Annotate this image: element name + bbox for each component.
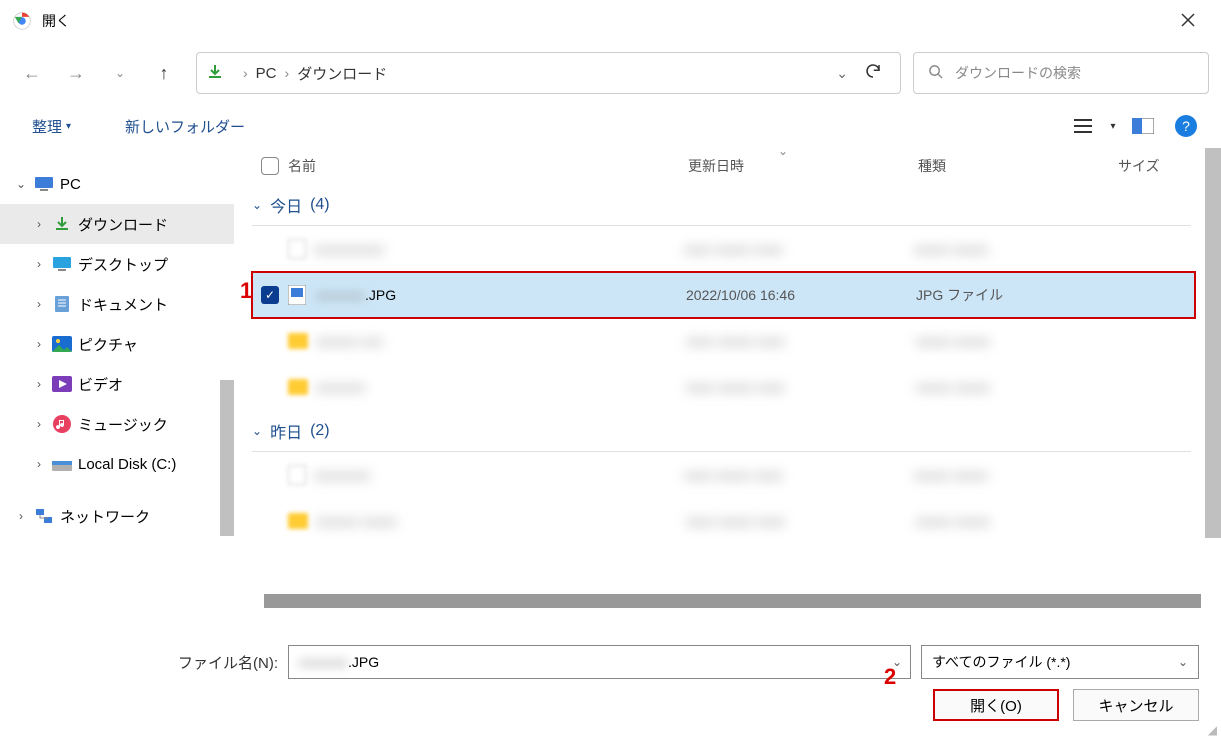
- address-dropdown[interactable]: ⌄: [828, 65, 856, 82]
- documents-icon: [52, 294, 72, 314]
- filename-input[interactable]: xxxxxxx.JPG ⌄: [288, 645, 911, 679]
- tree-videos[interactable]: › ビデオ: [0, 364, 234, 404]
- image-file-icon: [288, 285, 308, 305]
- pc-icon: [34, 174, 54, 194]
- file-icon: [288, 239, 306, 259]
- select-all-checkbox[interactable]: [252, 157, 288, 175]
- up-button[interactable]: ↑: [144, 53, 184, 93]
- open-button[interactable]: 開く(O): [933, 689, 1059, 721]
- resize-grip-icon[interactable]: ◢: [1208, 723, 1217, 737]
- file-row-selected[interactable]: ✓ xxxxxxx.JPG 2022/10/06 16:46 JPG ファイル: [252, 272, 1195, 318]
- file-list: 名前 更新日時⌄ 種類 サイズ ⌄ 今日 (4) xxxxxxxxxx xxxx…: [234, 148, 1221, 608]
- vertical-scrollbar[interactable]: [1205, 148, 1221, 538]
- filename-label: ファイル名(N):: [178, 652, 278, 673]
- annotation-2: 2: [884, 664, 896, 690]
- folder-icon: [288, 379, 308, 395]
- file-row[interactable]: xxxxxxx xxxx xxxxx xxxx xxxxx xxxxx: [252, 364, 1221, 410]
- chrome-icon: [12, 11, 32, 31]
- file-row[interactable]: xxxxxxxxxx xxxx xxxxx xxxx xxxxx xxxxx: [252, 226, 1221, 272]
- toolbar: 整理▾ 新しいフォルダー ▾ ?: [0, 104, 1221, 148]
- view-mode-button[interactable]: [1065, 112, 1101, 140]
- column-type[interactable]: 種類: [918, 156, 1118, 176]
- horizontal-scrollbar[interactable]: [264, 594, 1201, 608]
- tree-network[interactable]: › ネットワーク: [0, 496, 234, 536]
- filetype-select[interactable]: すべてのファイル (*.*) ⌄: [921, 645, 1199, 679]
- refresh-button[interactable]: [856, 62, 890, 85]
- download-icon: [52, 214, 72, 234]
- download-icon: [207, 64, 223, 83]
- column-name[interactable]: 名前: [288, 156, 688, 176]
- folder-tree: ⌄ PC › ダウンロード › デスクトップ › ドキュメント › ピクチャ ›…: [0, 148, 234, 608]
- footer: ファイル名(N): xxxxxxx.JPG ⌄ すべてのファイル (*.*) ⌄…: [0, 631, 1221, 741]
- tree-localdisk[interactable]: › Local Disk (C:): [0, 444, 234, 484]
- tree-documents[interactable]: › ドキュメント: [0, 284, 234, 324]
- back-button[interactable]: ←: [12, 53, 52, 93]
- file-row[interactable]: xxxxxx xxxxx xxxx xxxxx xxxx xxxxx xxxxx: [252, 498, 1221, 544]
- breadcrumb-pc[interactable]: PC: [256, 65, 277, 82]
- preview-pane-button[interactable]: [1125, 112, 1161, 140]
- pictures-icon: [52, 334, 72, 354]
- file-row[interactable]: xxxxxxxx xxxx xxxxx xxxx xxxxx xxxxx: [252, 452, 1221, 498]
- search-icon: [928, 64, 943, 83]
- chevron-down-icon: ⌄: [252, 198, 262, 212]
- chevron-down-icon: ⌄: [1178, 655, 1188, 669]
- desktop-icon: [52, 254, 72, 274]
- chevron-right-icon: ›: [32, 457, 46, 471]
- forward-button[interactable]: →: [56, 53, 96, 93]
- close-button[interactable]: [1167, 3, 1209, 40]
- chevron-down-icon: ⌄: [14, 177, 28, 191]
- column-date[interactable]: 更新日時⌄: [688, 156, 918, 176]
- group-today[interactable]: ⌄ 今日 (4): [252, 184, 1191, 226]
- breadcrumb-downloads[interactable]: ダウンロード: [297, 63, 387, 84]
- chevron-right-icon: ›: [32, 337, 46, 351]
- tree-scrollbar[interactable]: [220, 380, 234, 536]
- folder-icon: [288, 513, 308, 529]
- title-bar: 開く: [0, 0, 1221, 42]
- tree-pc[interactable]: ⌄ PC: [0, 164, 234, 204]
- chevron-right-icon: ›: [243, 65, 248, 81]
- chevron-right-icon: ›: [32, 217, 46, 231]
- checkbox-checked-icon[interactable]: ✓: [261, 286, 279, 304]
- search-placeholder: ダウンロードの検索: [955, 63, 1081, 83]
- tree-desktop[interactable]: › デスクトップ: [0, 244, 234, 284]
- column-size[interactable]: サイズ: [1118, 156, 1178, 176]
- cancel-button[interactable]: キャンセル: [1073, 689, 1199, 721]
- recent-dropdown[interactable]: ⌄: [100, 53, 140, 93]
- network-icon: [34, 506, 54, 526]
- help-button[interactable]: ?: [1175, 115, 1197, 137]
- chevron-right-icon: ›: [32, 417, 46, 431]
- file-row[interactable]: xxxxxx xxx xxxx xxxxx xxxx xxxxx xxxxx: [252, 318, 1221, 364]
- tree-music[interactable]: › ミュージック: [0, 404, 234, 444]
- group-yesterday[interactable]: ⌄ 昨日 (2): [252, 410, 1191, 452]
- file-icon: [288, 465, 306, 485]
- chevron-right-icon: ›: [285, 65, 290, 81]
- main-area: ⌄ PC › ダウンロード › デスクトップ › ドキュメント › ピクチャ ›…: [0, 148, 1221, 608]
- address-bar[interactable]: › PC › ダウンロード ⌄: [196, 52, 901, 94]
- music-icon: [52, 414, 72, 434]
- chevron-right-icon: ›: [32, 377, 46, 391]
- chevron-down-icon: ⌄: [252, 424, 262, 438]
- chevron-right-icon: ›: [32, 257, 46, 271]
- new-folder-button[interactable]: 新しいフォルダー: [117, 112, 253, 141]
- tree-pictures[interactable]: › ピクチャ: [0, 324, 234, 364]
- organize-button[interactable]: 整理▾: [24, 112, 79, 141]
- tree-downloads[interactable]: › ダウンロード: [0, 204, 234, 244]
- window-title: 開く: [42, 11, 70, 31]
- folder-icon: [288, 333, 308, 349]
- annotation-1: 1: [240, 278, 252, 304]
- disk-icon: [52, 454, 72, 474]
- column-headers: 名前 更新日時⌄ 種類 サイズ: [252, 148, 1221, 184]
- navigation-bar: ← → ⌄ ↑ › PC › ダウンロード ⌄ ダウンロードの検索: [0, 42, 1221, 104]
- search-input[interactable]: ダウンロードの検索: [913, 52, 1209, 94]
- sort-indicator-icon: ⌄: [778, 144, 788, 158]
- chevron-right-icon: ›: [32, 297, 46, 311]
- videos-icon: [52, 374, 72, 394]
- chevron-right-icon: ›: [14, 509, 28, 523]
- view-dropdown[interactable]: ▾: [1105, 112, 1121, 140]
